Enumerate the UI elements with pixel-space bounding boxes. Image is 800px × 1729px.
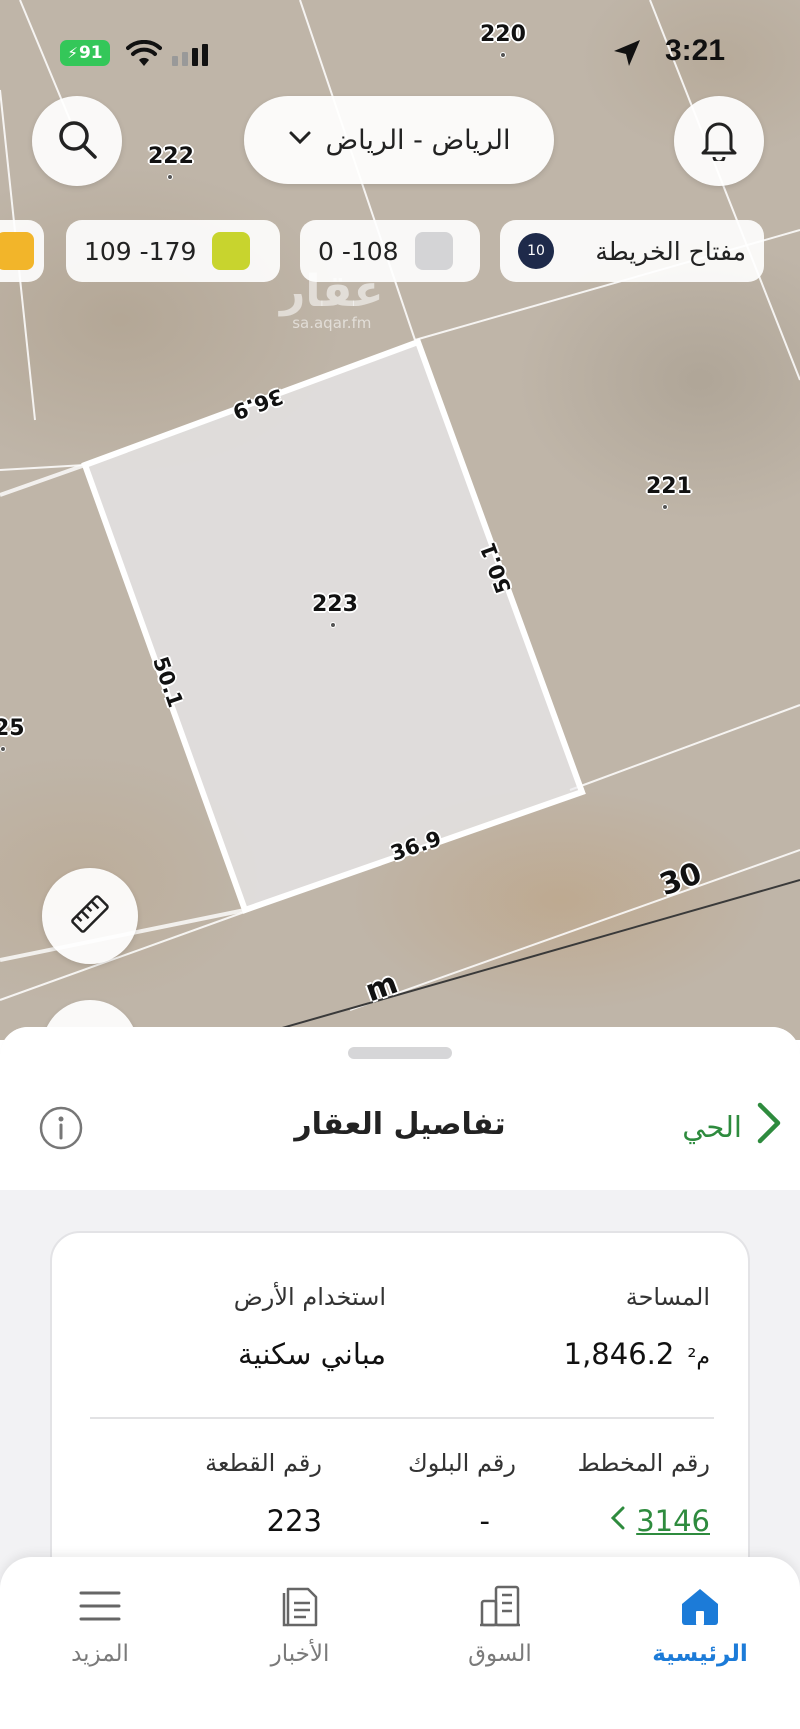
bell-icon [699,117,739,165]
area-number: 1,846.2 [563,1337,675,1371]
tab-market[interactable]: السوق [400,1557,600,1707]
legend-chip-label: 109 -179 [84,236,197,266]
chevron-right-icon [756,1101,782,1152]
drag-handle[interactable] [348,1047,452,1059]
city-selector-label: الرياض - الرياض [325,124,511,156]
wifi-icon [126,39,162,72]
tab-home[interactable]: الرئيسية [600,1557,800,1707]
plan-number-value: 3146 [636,1504,710,1538]
plot-label: 222 [148,144,194,169]
sheet-title: تفاصيل العقار [294,1107,506,1142]
search-icon [56,118,98,164]
legend-count-badge: 10 [518,233,554,269]
tab-home-label: الرئيسية [652,1641,748,1667]
search-button[interactable] [32,96,122,186]
plot-label: 223 [312,592,358,617]
chevron-down-icon [288,130,312,150]
parcel-number-value: 223 [266,1504,322,1538]
legend-swatch [0,232,34,270]
city-selector[interactable]: الرياض - الرياض [244,96,554,184]
location-arrow-icon [612,38,642,72]
legend-key-button[interactable]: 10 مفتاح الخريطة [500,220,764,282]
menu-icon [78,1583,122,1629]
status-bar: ⚡ 91 3:21 [0,30,800,78]
plot-marker [167,174,173,180]
plan-number-label: رقم المخطط [577,1449,710,1477]
tab-more-label: المزيد [71,1641,129,1667]
block-number-value: - [479,1504,490,1538]
block-number-label: رقم البلوك [407,1449,516,1477]
measure-button[interactable] [42,868,138,964]
legend-key-label: مفتاح الخريطة [595,236,746,266]
home-icon [678,1583,722,1629]
area-label: المساحة [625,1283,710,1311]
legend-chip[interactable]: 0 -108 [300,220,480,282]
land-use-value: مباني سكنية [238,1337,386,1371]
notifications-button[interactable] [674,96,764,186]
tab-news[interactable]: الأخبار [200,1557,400,1707]
chevron-left-icon [610,1504,626,1538]
area-value: 1,846.2 م² [564,1337,710,1371]
legend-swatch [212,232,251,270]
divider [90,1417,714,1419]
area-unit: م² [687,1345,710,1370]
plot-label: 25 [0,716,25,741]
legend-chip-label: 0 -108 [318,236,399,266]
district-link-label: الحي [682,1109,742,1144]
status-time: 3:21 [664,34,725,67]
legend-swatch [414,232,453,270]
legend-chip[interactable] [0,220,44,282]
plot-label: 221 [646,474,692,499]
news-icon [278,1583,322,1629]
charging-icon: ⚡ [67,44,78,62]
legend-chip[interactable]: 109 -179 [66,220,280,282]
tab-market-label: السوق [468,1641,532,1667]
battery-indicator: ⚡ 91 [60,40,110,66]
district-link[interactable]: الحي [682,1101,782,1152]
tab-news-label: الأخبار [270,1641,330,1667]
tab-bar: الرئيسية السوق الأخبار المزيد [0,1557,800,1729]
plan-number-link[interactable]: 3146 [610,1504,710,1538]
parcel-number-label: رقم القطعة [205,1449,322,1477]
signal-icon [172,44,212,70]
plot-marker [0,746,6,752]
land-use-label: استخدام الأرض [233,1283,386,1311]
sheet-header: تفاصيل العقار الحي [0,1027,800,1190]
buildings-icon [478,1583,522,1629]
ruler-icon [68,892,112,940]
plot-marker [662,504,668,510]
plot-marker [330,622,336,628]
map-view[interactable]: عقار sa.aqar.fm 220 222 221 223 25 36.9 … [0,0,800,1040]
tab-more[interactable]: المزيد [0,1557,200,1707]
